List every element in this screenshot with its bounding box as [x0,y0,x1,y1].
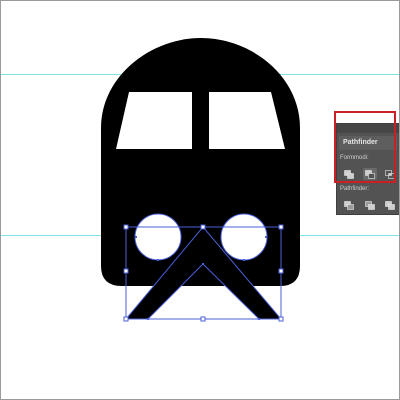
merge-button[interactable] [383,199,397,211]
trim-icon [365,200,375,210]
train-window-left[interactable] [116,92,192,149]
divide-icon [344,200,354,210]
divide-button[interactable] [342,199,356,211]
merge-icon [385,200,395,210]
highlight-box [334,111,396,183]
pathfinders-label: Pathfinder: [340,186,370,192]
canvas-frame: Pathfinder Formmodi: Pathfinder: [0,0,400,400]
trim-button[interactable] [363,199,377,211]
artboard[interactable]: Pathfinder Formmodi: Pathfinder: [1,1,399,399]
